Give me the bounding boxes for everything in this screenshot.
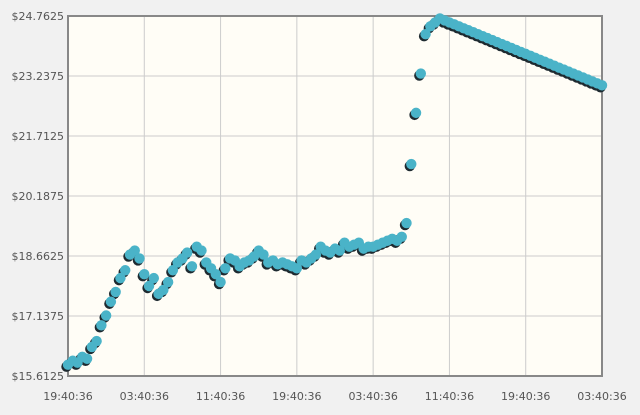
y-tick-label: $15.6125: [12, 370, 65, 383]
data-point: [401, 217, 412, 229]
data-point: [110, 286, 121, 298]
price-chart: $15.6125 $17.1375 $18.6625 $20.1875 $21.7125…: [0, 0, 640, 415]
data-point: [162, 276, 174, 288]
data-point: [396, 231, 407, 243]
x-tick-label: 03:40:36: [577, 390, 626, 403]
x-tick-label: 19:40:36: [43, 390, 92, 403]
data-point: [181, 247, 193, 258]
data-point: [134, 253, 145, 264]
data-point: [220, 263, 231, 274]
y-tick-label: $17.1375: [12, 310, 65, 323]
data-point: [100, 310, 112, 321]
data-point: [148, 272, 160, 284]
data-point: [91, 335, 102, 347]
data-point: [196, 245, 207, 256]
data-point: [215, 276, 226, 288]
data-point: [410, 107, 422, 119]
data-point: [186, 261, 198, 272]
y-tick-label: $23.2375: [12, 70, 65, 83]
y-tick-label: $20.1875: [12, 190, 65, 203]
data-point: [139, 268, 150, 280]
data-point: [81, 353, 93, 364]
x-tick-label: 19:40:36: [272, 390, 321, 403]
y-tick-label: $18.6625: [12, 250, 65, 263]
data-point: [96, 320, 107, 331]
data-point: [596, 80, 608, 91]
data-point: [415, 68, 427, 79]
y-tick-label: $24.7625: [12, 10, 65, 23]
y-tick-label: $21.7125: [12, 130, 65, 143]
x-tick-label: 19:40:36: [501, 390, 550, 403]
data-point: [406, 158, 417, 170]
x-tick-label: 11:40:36: [196, 390, 245, 403]
x-tick-label: 03:40:36: [120, 390, 169, 403]
x-tick-label: 03:40:36: [348, 390, 397, 403]
x-tick-label: 11:40:36: [425, 390, 474, 403]
chart-svg: $15.6125 $17.1375 $18.6625 $20.1875 $21.7125…: [12, 10, 627, 403]
data-point: [105, 296, 117, 307]
data-point: [120, 265, 131, 276]
